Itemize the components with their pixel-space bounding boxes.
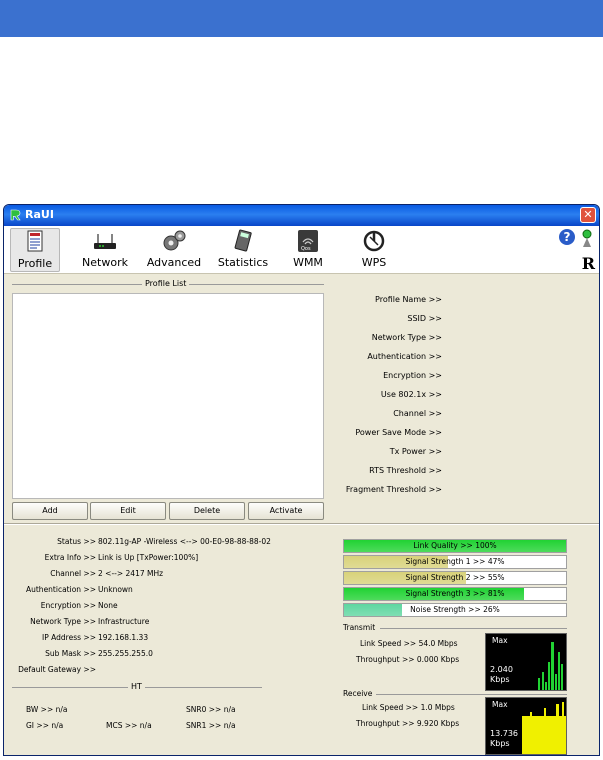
- signal-strength-2-text: Signal Strength 2 >> 55%: [405, 573, 505, 582]
- status-value: 802.11g-AP -Wireless <--> 00-E0-98-88-88…: [98, 537, 271, 546]
- transmit-graph: Max 2.040 Kbps: [485, 633, 567, 691]
- tab-advanced-label: Advanced: [146, 256, 202, 269]
- status-network-type-label: Network Type >>: [30, 617, 96, 626]
- extra-info-label: Extra Info >>: [44, 553, 96, 562]
- link-quality-meter: Link Quality >> 100%: [343, 539, 567, 553]
- tab-network[interactable]: Network: [80, 228, 130, 272]
- snr0-value: SNR0 >> n/a: [186, 705, 236, 714]
- status-section: Status >> 802.11g-AP -Wireless <--> 00-E…: [4, 527, 599, 755]
- power-save-mode-label: Power Save Mode >>: [355, 428, 442, 437]
- status-encryption-label: Encryption >>: [40, 601, 96, 610]
- tab-wps[interactable]: WPS: [354, 228, 394, 272]
- wps-icon: [363, 230, 385, 252]
- status-channel-value: 2 <--> 2417 MHz: [98, 569, 164, 578]
- activate-button[interactable]: Activate: [248, 502, 324, 520]
- receive-throughput: Throughput >> 9.920 Kbps: [356, 719, 460, 728]
- transmit-link-speed: Link Speed >> 54.0 Mbps: [360, 639, 458, 648]
- tab-profile[interactable]: Profile: [10, 228, 60, 272]
- gi-value: GI >> n/a: [26, 721, 64, 730]
- tab-wmm[interactable]: Qos WMM: [288, 228, 328, 272]
- receive-link-speed: Link Speed >> 1.0 Mbps: [362, 703, 455, 712]
- tab-wmm-label: WMM: [293, 256, 323, 269]
- profile-list-title: Profile List: [142, 279, 190, 288]
- transmit-throughput: Throughput >> 0.000 Kbps: [356, 655, 460, 664]
- network-icon: [94, 234, 116, 249]
- snr1-value: SNR1 >> n/a: [186, 721, 236, 730]
- add-button[interactable]: Add: [12, 502, 88, 520]
- receive-graph-plot: [522, 702, 566, 754]
- ssid-label: SSID >>: [407, 314, 442, 323]
- receive-divider: [376, 694, 567, 695]
- connection-status-icon[interactable]: [580, 229, 594, 247]
- signal-strength-1-text: Signal Strength 1 >> 47%: [405, 557, 505, 566]
- bw-value: BW >> n/a: [26, 705, 68, 714]
- network-type-label: Network Type >>: [371, 333, 442, 342]
- profile-list[interactable]: [12, 293, 324, 499]
- ht-title: HT: [128, 682, 145, 691]
- sub-mask-value: 255.255.255.0: [98, 649, 153, 658]
- toolbar: Profile Network Advanced Statistics Qos …: [4, 226, 599, 274]
- tx-power-label: Tx Power >>: [389, 447, 442, 456]
- edit-button[interactable]: Edit: [90, 502, 166, 520]
- wmm-icon: Qos: [298, 230, 318, 252]
- status-label: Status >>: [57, 537, 96, 546]
- transmit-title: Transmit: [343, 623, 376, 632]
- link-quality-text: Link Quality >> 100%: [413, 541, 497, 550]
- help-icon[interactable]: ?: [559, 229, 575, 245]
- extra-info-value: Link is Up [TxPower:100%]: [98, 553, 199, 562]
- status-network-type-value: Infrastructure: [98, 617, 150, 626]
- status-authentication-label: Authentication >>: [25, 585, 96, 594]
- raui-window: RaUI ✕ Profile Network Advanced Statisti…: [3, 204, 600, 756]
- status-channel-label: Channel >>: [50, 569, 96, 578]
- encryption-label: Encryption >>: [383, 371, 442, 380]
- fragment-threshold-label: Fragment Threshold >>: [345, 485, 442, 494]
- window-title: RaUI: [25, 208, 54, 221]
- tab-statistics-label: Statistics: [217, 256, 269, 269]
- receive-graph: Max 13.736 Kbps: [485, 697, 567, 755]
- noise-strength-meter: Noise Strength >> 26%: [343, 603, 567, 617]
- profile-section: Profile List Add Edit Delete Activate Pr…: [4, 275, 599, 523]
- tab-profile-label: Profile: [17, 257, 53, 270]
- top-banner: [0, 0, 603, 37]
- svg-text:Qos: Qos: [301, 246, 311, 252]
- ip-address-value: 192.168.1.33: [98, 633, 149, 642]
- noise-strength-text: Noise Strength >> 26%: [410, 605, 500, 614]
- sub-mask-label: Sub Mask >>: [45, 649, 96, 658]
- transmit-graph-plot: [538, 642, 563, 690]
- use-8021x-label: Use 802.1x >>: [380, 390, 442, 399]
- statistics-icon: [234, 229, 252, 252]
- profile-name-label: Profile Name >>: [375, 295, 442, 304]
- status-encryption-value: None: [98, 601, 118, 610]
- advanced-icon: [163, 230, 186, 251]
- title-bar[interactable]: RaUI ✕: [4, 205, 599, 226]
- signal-strength-3-text: Signal Strength 3 >> 81%: [405, 589, 505, 598]
- profile-icon: [27, 230, 43, 252]
- tab-statistics[interactable]: Statistics: [214, 228, 272, 272]
- transmit-divider: [380, 628, 567, 629]
- mcs-value: MCS >> n/a: [106, 721, 152, 730]
- receive-title: Receive: [343, 689, 373, 698]
- ip-address-label: IP Address >>: [42, 633, 96, 642]
- signal-strength-1-meter: Signal Strength 1 >> 47%: [343, 555, 567, 569]
- channel-label: Channel >>: [393, 409, 442, 418]
- authentication-label: Authentication >>: [367, 352, 442, 361]
- close-button[interactable]: ✕: [580, 207, 596, 223]
- delete-button[interactable]: Delete: [169, 502, 245, 520]
- tab-wps-label: WPS: [361, 256, 387, 269]
- section-separator: [4, 523, 599, 525]
- status-authentication-value: Unknown: [98, 585, 133, 594]
- default-gateway-label: Default Gateway >>: [18, 665, 96, 674]
- tab-network-label: Network: [82, 256, 128, 269]
- ralink-logo: R: [581, 254, 595, 273]
- tab-advanced[interactable]: Advanced: [146, 228, 202, 272]
- rts-threshold-label: RTS Threshold >>: [369, 466, 442, 475]
- signal-strength-3-meter: Signal Strength 3 >> 81%: [343, 587, 567, 601]
- signal-strength-2-meter: Signal Strength 2 >> 55%: [343, 571, 567, 585]
- raui-app-icon: [10, 209, 21, 221]
